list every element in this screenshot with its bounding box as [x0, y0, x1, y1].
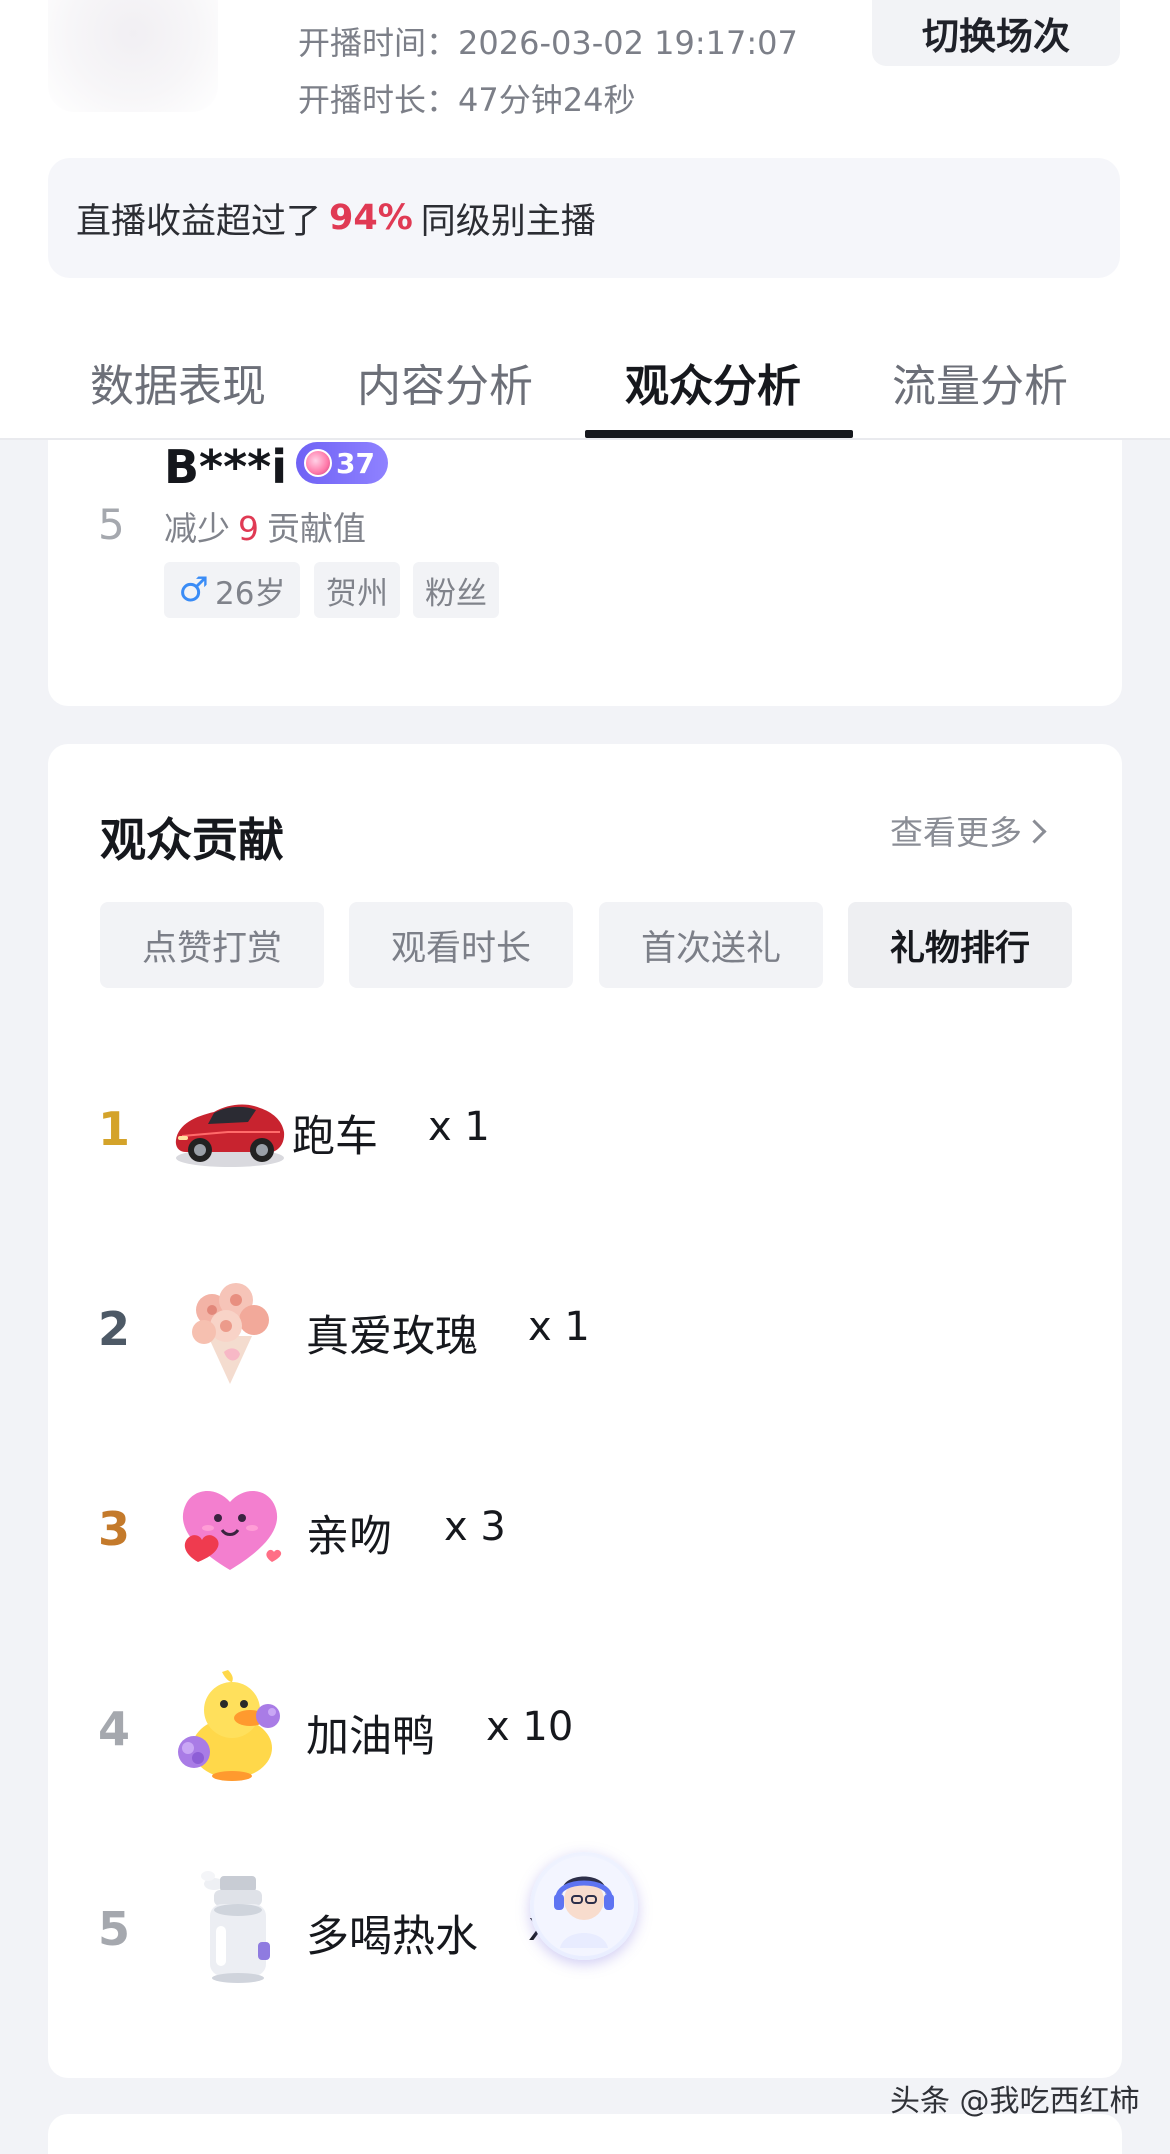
gender-age-tag: ♂ 26岁 — [164, 562, 300, 618]
gift-count: x 1 — [428, 1104, 490, 1150]
city-tag: 贺州 — [314, 562, 400, 618]
gift-rank: 2 — [98, 1302, 131, 1356]
tab-traffic-analysis[interactable]: 流量分析 — [892, 350, 1068, 414]
income-percent: 94% — [329, 198, 413, 238]
start-time: 开播时间：2026-03-02 19:17:07 — [298, 18, 798, 64]
assistant-avatar-icon[interactable] — [530, 1852, 638, 1960]
male-icon: ♂ — [178, 570, 210, 610]
audience-change-card: 5 B***i 37 减少 9 贡献值 ♂ 26岁 贺州 粉丝 — [48, 440, 1122, 706]
view-more-label: 查看更多 — [890, 813, 1022, 852]
gem-icon — [304, 449, 332, 477]
audience-name[interactable]: B***i — [164, 440, 287, 494]
start-time-value: 2026-03-02 19:17:07 — [458, 24, 798, 62]
gift-row: 2 真爱玫瑰 x 1 — [48, 1266, 1122, 1386]
tab-data-performance[interactable]: 数据表现 — [90, 350, 266, 414]
audience-rank: 5 — [98, 500, 125, 549]
gift-count: x 3 — [444, 1504, 506, 1550]
tab-content-analysis[interactable]: 内容分析 — [357, 350, 533, 414]
subtab-gift-ranking[interactable]: 礼物排行 — [848, 902, 1072, 988]
section-title: 观众贡献 — [100, 813, 284, 867]
gift-row: 3 亲吻 x 3 — [48, 1466, 1122, 1586]
cheer-duck-icon — [178, 1670, 280, 1781]
fan-tag: 粉丝 — [413, 562, 499, 618]
start-time-label: 开播时间： — [298, 24, 459, 62]
age-text: 26岁 — [215, 575, 286, 612]
gift-row: 4 加油鸭 x 10 — [48, 1666, 1122, 1786]
switch-session-button[interactable]: 切换场次 — [872, 0, 1120, 66]
gift-name: 亲吻 — [306, 1512, 392, 1562]
gift-name: 跑车 — [292, 1112, 378, 1162]
subtab-likes-tips[interactable]: 点赞打赏 — [100, 902, 324, 988]
heart-kiss-icon — [182, 1490, 282, 1570]
income-suffix: 同级别主播 — [420, 201, 596, 242]
live-duration: 开播时长：47分钟24秒 — [298, 75, 635, 121]
gift-rank: 1 — [98, 1102, 131, 1156]
gift-name: 真爱玫瑰 — [306, 1312, 478, 1362]
duration-value: 47分钟24秒 — [458, 81, 636, 119]
reduce-prefix: 减少 — [164, 509, 230, 548]
level-badge: 37 — [296, 442, 388, 484]
income-banner: 直播收益超过了 94% 同级别主播 — [48, 158, 1120, 278]
rose-bouquet-icon — [192, 1283, 269, 1384]
next-card-top — [48, 2114, 1122, 2154]
anchor-avatar — [48, 0, 218, 112]
duration-label: 开播时长： — [298, 81, 459, 119]
view-more-link[interactable]: 查看更多 — [890, 806, 1047, 854]
income-prefix: 直播收益超过了 — [76, 201, 322, 242]
gift-rank: 5 — [98, 1902, 131, 1956]
gift-count: x 10 — [486, 1704, 574, 1750]
session-header: 开播时间：2026-03-02 19:17:07 开播时长：47分钟24秒 切换… — [0, 0, 1170, 440]
watermark: 头条 @我吃西红柿 — [890, 2084, 1140, 2119]
gift-row: 1 跑车 x 1 — [48, 1066, 1122, 1186]
chevron-right-icon — [1022, 819, 1047, 844]
gift-name: 多喝热水 — [306, 1912, 478, 1962]
subtab-first-gift[interactable]: 首次送礼 — [599, 902, 823, 988]
active-tab-indicator — [585, 430, 853, 438]
sports-car-icon — [175, 1104, 285, 1167]
analysis-tabs: 数据表现 内容分析 观众分析 流量分析 — [0, 330, 1170, 440]
tab-audience-analysis[interactable]: 观众分析 — [625, 350, 801, 414]
level-number: 37 — [336, 446, 375, 480]
gift-name: 加油鸭 — [306, 1712, 435, 1762]
contribution-change: 减少 9 贡献值 — [164, 502, 366, 550]
thermos-icon — [201, 1871, 270, 1983]
gift-count: x 1 — [528, 1304, 590, 1350]
gift-rank: 3 — [98, 1502, 131, 1556]
reduce-value: 9 — [238, 509, 259, 548]
gift-rank: 4 — [98, 1702, 131, 1756]
subtab-watch-time[interactable]: 观看时长 — [349, 902, 573, 988]
reduce-suffix: 贡献值 — [267, 509, 366, 548]
